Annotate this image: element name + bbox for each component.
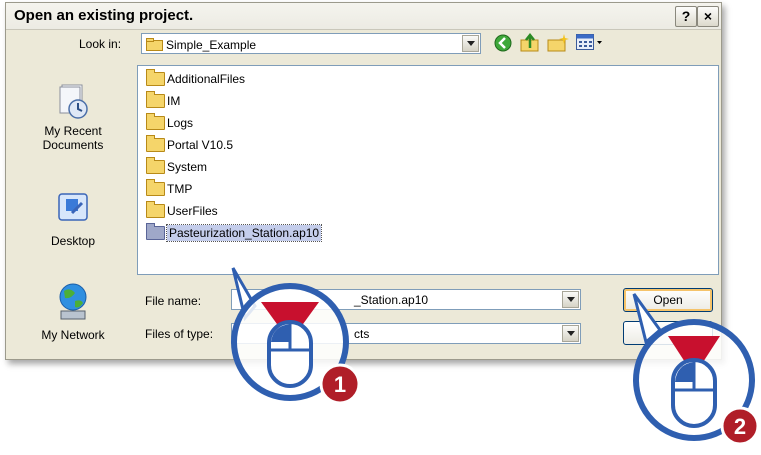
callout-number-1: 1 [334, 372, 346, 397]
folder-icon [146, 134, 165, 152]
file-type-label: Files of type: [145, 327, 214, 341]
back-icon[interactable] [494, 34, 512, 52]
place-network-label: My Network [41, 328, 105, 342]
chevron-down-icon[interactable] [462, 35, 479, 52]
folder-icon [146, 178, 165, 196]
list-item[interactable]: TMP [146, 178, 192, 201]
list-item[interactable]: UserFiles [146, 200, 218, 223]
file-name-value: _Station.ap10 [354, 293, 429, 307]
place-recent-label-2: Documents [42, 138, 104, 152]
place-desktop-label: Desktop [50, 234, 96, 248]
title-bar: Open an existing project. ? × [6, 3, 721, 30]
place-desktop[interactable]: Desktop [14, 191, 132, 248]
folder-icon [146, 90, 165, 108]
place-recent-documents[interactable]: My Recent Documents [14, 83, 132, 152]
look-in-select[interactable]: Simple_Example [141, 33, 481, 54]
folder-icon [146, 200, 165, 218]
desktop-icon [58, 193, 88, 221]
folder-icon [146, 156, 165, 174]
new-folder-icon[interactable] [547, 33, 569, 53]
list-item[interactable]: Portal V10.5 [146, 134, 233, 157]
folder-icon [146, 38, 163, 52]
callout-number-2: 2 [734, 414, 746, 439]
chevron-down-icon[interactable] [562, 291, 579, 308]
up-folder-icon[interactable] [520, 33, 540, 53]
recent-documents-icon [59, 84, 88, 119]
place-network[interactable]: My Network [14, 281, 132, 342]
look-in-label: Look in: [79, 37, 122, 51]
list-item[interactable]: AdditionalFiles [146, 68, 245, 91]
project-file-icon [146, 222, 165, 240]
help-button[interactable]: ? [675, 6, 697, 27]
click-callout-1: 1 [231, 267, 361, 405]
folder-icon [146, 68, 165, 86]
list-item-selected[interactable]: Pasteurization_Station.ap10 [146, 222, 323, 245]
dialog-title: Open an existing project. [14, 7, 194, 24]
folder-icon [146, 112, 165, 130]
network-globe-icon [59, 283, 87, 320]
places-bar: My Recent Documents Desktop My Network [14, 65, 132, 357]
file-name-label: File name: [145, 294, 202, 308]
file-list[interactable]: AdditionalFiles IM Logs Portal V10.5 Sys… [137, 65, 719, 275]
list-item[interactable]: System [146, 156, 207, 179]
chevron-down-icon[interactable] [562, 325, 579, 342]
place-recent-label-1: My Recent [44, 124, 102, 138]
view-menu-icon[interactable] [576, 34, 604, 52]
look-in-value: Simple_Example [166, 37, 257, 52]
click-callout-2: 2 [632, 293, 760, 446]
list-item[interactable]: Logs [146, 112, 193, 135]
list-item[interactable]: IM [146, 90, 180, 113]
close-button[interactable]: × [697, 6, 719, 27]
